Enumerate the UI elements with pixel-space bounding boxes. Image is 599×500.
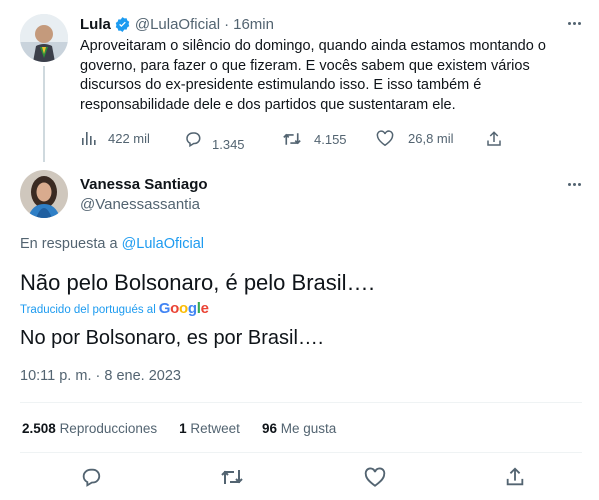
heart-icon — [376, 130, 394, 147]
views-count: 422 mil — [108, 130, 150, 146]
reply-heart-icon[interactable] — [364, 467, 386, 488]
views-stat-label: Reproducciones — [59, 421, 158, 436]
retweets-stat[interactable]: 1 Retweet — [179, 421, 240, 436]
reply-context: En respuesta a @LulaOficial — [20, 236, 204, 252]
like-count: 26,8 mil — [408, 131, 454, 146]
tweet-stats: 2.508 Reproducciones 1 Retweet 96 Me gus… — [22, 421, 336, 436]
views-button[interactable]: 422 mil — [80, 130, 150, 146]
likes-stat[interactable]: 96 Me gusta — [262, 421, 336, 436]
tweet-time[interactable]: 16min — [233, 16, 274, 33]
translated-by-label: Traducido del portugués al — [20, 304, 156, 316]
reply-retweet-icon[interactable] — [220, 466, 244, 488]
translation-attribution[interactable]: Traducido del portugués al Google — [20, 300, 209, 317]
reply-more-options-icon[interactable] — [568, 183, 581, 186]
reply-icon — [184, 130, 202, 148]
retweet-button[interactable]: 4.155 — [282, 130, 347, 148]
reply-to-link[interactable]: @LulaOficial — [122, 236, 204, 252]
reply-button[interactable]: 1.345 — [184, 130, 245, 152]
views-chart-icon — [80, 130, 96, 146]
author-handle[interactable]: @LulaOficial — [135, 16, 220, 33]
tweet-actions: 422 mil 1.345 4.155 26,8 mil — [80, 130, 520, 152]
like-button[interactable]: 26,8 mil — [376, 130, 454, 147]
likes-stat-label: Me gusta — [280, 421, 337, 436]
tweet-text: Aproveitaram o silêncio do domingo, quan… — [80, 38, 546, 113]
views-stat-count: 2.508 — [22, 421, 56, 436]
reply-text: Não pelo Bolsonaro, é pelo Brasil…. — [20, 270, 375, 295]
tweet-timestamp[interactable]: 10:11 p. m. · 8 ene. 2023 — [20, 368, 181, 384]
views-stat[interactable]: 2.508 Reproducciones — [22, 421, 157, 436]
reply-prefix: En respuesta a — [20, 236, 118, 252]
more-options-icon[interactable] — [568, 22, 581, 25]
retweet-count: 4.155 — [314, 131, 347, 147]
share-button[interactable] — [485, 130, 503, 148]
share-icon — [485, 130, 503, 148]
retweets-stat-count: 1 — [179, 421, 187, 436]
divider-bottom — [20, 452, 582, 453]
verified-badge-icon — [114, 16, 131, 33]
reply-author-name[interactable]: Vanessa Santiago — [80, 176, 208, 193]
retweets-stat-label: Retweet — [190, 421, 240, 436]
thread-line — [43, 66, 45, 162]
avatar-lula[interactable] — [20, 14, 68, 62]
reply-comment-icon[interactable] — [80, 466, 102, 488]
translated-text: No por Bolsonaro, es por Brasil…. — [20, 327, 324, 349]
author-name[interactable]: Lula — [80, 16, 111, 33]
separator-dot: · — [224, 15, 230, 33]
google-logo: Google — [158, 300, 209, 317]
divider-top — [20, 402, 582, 403]
reply-share-icon[interactable] — [504, 466, 526, 488]
retweet-icon — [282, 130, 302, 148]
avatar-vanessa[interactable] — [20, 170, 68, 218]
likes-stat-count: 96 — [261, 421, 277, 436]
reply-count: 1.345 — [212, 136, 245, 152]
reply-actions — [0, 466, 599, 492]
reply-author-handle[interactable]: @Vanessassantia — [80, 196, 200, 213]
tweet-header: Lula @LulaOficial · 16min — [80, 15, 274, 33]
